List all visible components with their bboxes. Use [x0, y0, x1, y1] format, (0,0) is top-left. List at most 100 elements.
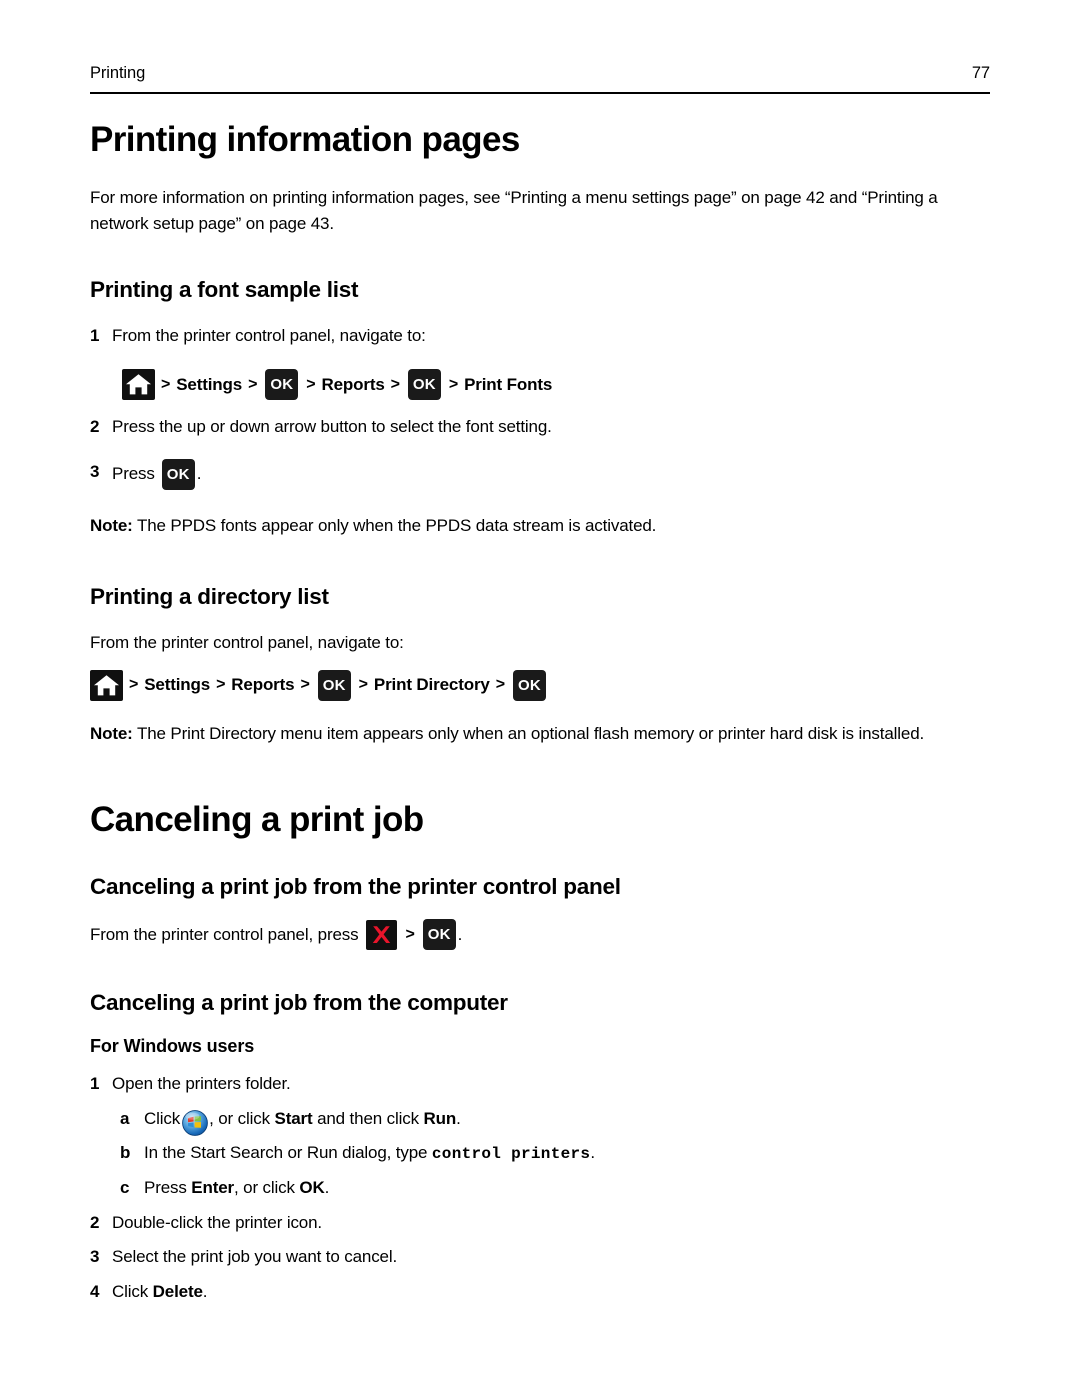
heading-canceling-print-job: Canceling a print job	[90, 800, 424, 840]
note-label: Note:	[90, 515, 133, 535]
step-item: 1 Open the printers folder.	[90, 1071, 992, 1097]
ok-button-icon[interactable]: OK	[422, 919, 456, 951]
header-page-number: 77	[971, 64, 990, 82]
step-text: Double-click the printer icon.	[112, 1212, 322, 1232]
start-label: Start	[274, 1108, 313, 1128]
ok-button-icon[interactable]: OK	[161, 458, 195, 490]
path-label-reports[interactable]: Reports	[231, 675, 294, 695]
step-item: 1 From the printer control panel, naviga…	[90, 323, 992, 349]
path-separator: >	[306, 375, 316, 393]
control-panel-cancel-instruction: From the printer control panel, press > …	[90, 919, 992, 951]
substep-text-middle: , or click	[234, 1178, 300, 1198]
control-panel-path-print-directory: > Settings > Reports > OK > Print Direct…	[90, 669, 992, 701]
page-header: Printing 77	[90, 64, 990, 83]
header-divider	[90, 92, 990, 95]
path-separator: >	[129, 676, 139, 694]
step-item: 2 Double-click the printer icon.	[90, 1210, 992, 1236]
control-panel-path-font-fonts: > Settings > OK > Reports > OK > Print F…	[90, 369, 992, 401]
heading-printing-information-pages: Printing information pages	[90, 120, 520, 159]
heading-for-windows-users: For Windows users	[90, 1036, 255, 1057]
heading-canceling-from-control-panel: Canceling a print job from the printer c…	[90, 873, 621, 899]
path-label-settings[interactable]: Settings	[176, 375, 242, 395]
header-chapter-label: Printing	[90, 64, 146, 82]
period: .	[457, 924, 463, 944]
ok-button-icon[interactable]: OK	[317, 669, 351, 701]
document-page: Printing 77 Printing information pages F…	[0, 0, 1080, 1397]
note-ppds-fonts: Note: The PPDS fonts appear only when th…	[90, 513, 992, 539]
period: .	[202, 1281, 208, 1301]
path-label-reports[interactable]: Reports	[321, 375, 384, 395]
step-number: 3	[90, 1247, 100, 1267]
substep-text: In the Start Search or Run dialog, type …	[144, 1140, 992, 1166]
enter-label: Enter	[191, 1178, 234, 1198]
substep-letter: b	[120, 1143, 131, 1163]
step-text: Click Delete.	[112, 1279, 992, 1305]
substep-text-middle: , or click	[209, 1108, 275, 1128]
step-number: 4	[90, 1281, 100, 1301]
note-label: Note:	[90, 723, 133, 743]
path-separator: >	[248, 375, 258, 393]
paragraph-directory-intro: From the printer control panel, navigate…	[90, 633, 404, 653]
heading-printing-font-sample-list: Printing a font sample list	[90, 276, 359, 302]
period: .	[196, 464, 202, 484]
period: .	[456, 1108, 461, 1128]
click-label: Click	[144, 1108, 181, 1128]
windows-start-orb-icon[interactable]	[182, 1109, 208, 1136]
home-icon[interactable]	[90, 669, 123, 701]
heading-canceling-from-computer: Canceling a print job from the computer	[90, 990, 508, 1016]
home-icon[interactable]	[122, 369, 155, 401]
substep-letter: c	[120, 1178, 130, 1198]
path-separator: >	[358, 676, 368, 694]
substep-item: c Press Enter, or click OK.	[90, 1175, 992, 1201]
substep-item: a Click , or click Start and then click R…	[90, 1106, 992, 1136]
path-label-settings[interactable]: Settings	[144, 675, 210, 695]
substep-text-prefix: In the Start Search or Run dialog, type	[144, 1143, 432, 1163]
run-label: Run	[423, 1108, 457, 1128]
note-print-directory: Note: The Print Directory menu item appe…	[90, 721, 992, 747]
step-item-press-ok: 3 Press OK .	[90, 458, 992, 490]
path-separator: >	[390, 375, 400, 393]
ok-label: OK	[299, 1178, 325, 1198]
ok-button-icon[interactable]: OK	[407, 369, 441, 401]
path-separator: >	[495, 676, 505, 694]
note-text: The PPDS fonts appear only when the PPDS…	[136, 515, 657, 535]
path-label-print-directory[interactable]: Print Directory	[374, 675, 490, 695]
heading-printing-directory-list: Printing a directory list	[90, 584, 329, 610]
step-text: Open the printers folder.	[112, 1074, 291, 1094]
path-separator: >	[161, 375, 171, 393]
substep-text: Click , or click Start and then click Run…	[144, 1106, 992, 1136]
path-label-print-fonts[interactable]: Print Fonts	[464, 375, 552, 395]
step-number: 1	[90, 325, 100, 345]
step-item-click-delete: 4 Click Delete.	[90, 1279, 992, 1305]
stop-icon[interactable]	[366, 919, 398, 950]
paragraph-printing-information-intro: For more information on printing informa…	[90, 188, 938, 234]
path-separator: >	[405, 925, 415, 943]
instruction-text: From the printer control panel, press	[90, 924, 359, 944]
ok-button-icon[interactable]: OK	[512, 669, 546, 701]
substep-letter: a	[120, 1108, 130, 1128]
step-text: Press OK .	[112, 458, 992, 490]
step-number: 2	[90, 1212, 100, 1232]
path-separator: >	[216, 676, 226, 694]
delete-label: Delete	[152, 1281, 203, 1301]
substep-text: Press Enter, or click OK.	[144, 1175, 992, 1201]
substep-text-middle2: and then click	[312, 1108, 424, 1128]
note-text: The Print Directory menu item appears on…	[136, 723, 925, 743]
step-number: 2	[90, 417, 100, 437]
step-number: 1	[90, 1074, 100, 1094]
ok-button-icon[interactable]: OK	[265, 369, 299, 401]
step-item: 2 Press the up or down arrow button to s…	[90, 414, 992, 440]
step-text: From the printer control panel, navigate…	[112, 325, 426, 345]
substep-item: b In the Start Search or Run dialog, typ…	[90, 1140, 992, 1166]
step-text: Select the print job you want to cancel.	[112, 1247, 398, 1267]
path-separator: >	[448, 375, 459, 393]
click-label: Click	[112, 1281, 153, 1301]
command-text: control printers	[431, 1145, 591, 1164]
period: .	[590, 1143, 595, 1163]
press-label: Press	[112, 464, 155, 484]
path-separator: >	[300, 676, 310, 694]
page-content: Printing information pages For more info…	[90, 120, 992, 1313]
step-number: 3	[90, 461, 100, 481]
substep-text-prefix: Press	[144, 1178, 192, 1198]
step-text: Press the up or down arrow button to sel…	[112, 417, 552, 437]
